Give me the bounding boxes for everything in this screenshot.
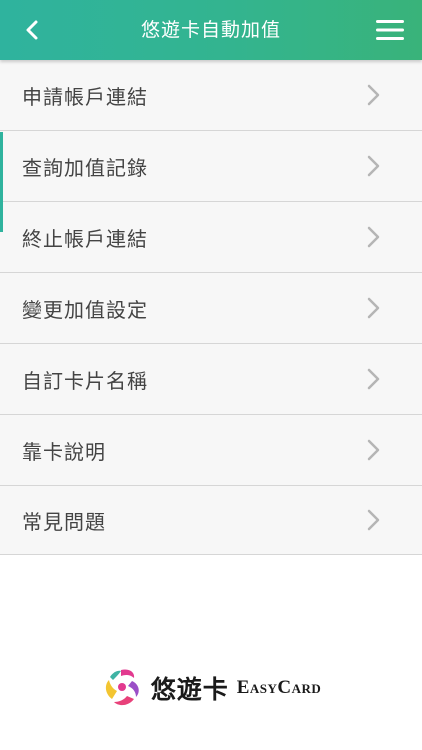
menu-item-query-topup-records[interactable]: 查詢加值記錄 (0, 131, 422, 202)
app-header: 悠遊卡自動加值 (0, 0, 422, 60)
menu-item-label: 靠卡說明 (22, 439, 106, 464)
menu-item-terminate-account-link[interactable]: 終止帳戶連結 (0, 202, 422, 273)
chevron-right-icon (367, 84, 380, 106)
menu-item-custom-card-name[interactable]: 自訂卡片名稱 (0, 344, 422, 415)
menu-item-label: 終止帳戶連結 (22, 226, 148, 251)
chevron-right-icon (367, 226, 380, 248)
chevron-right-icon (367, 368, 380, 390)
logo-english-text: EasyCard (236, 677, 322, 698)
page-title: 悠遊卡自動加值 (140, 19, 281, 41)
menu-item-label: 變更加值設定 (22, 297, 148, 322)
easycard-logo-icon (105, 669, 139, 706)
chevron-right-icon (367, 297, 380, 319)
scroll-indicator (0, 132, 3, 232)
menu-item-tap-card-instructions[interactable]: 靠卡說明 (0, 415, 422, 486)
chevron-right-icon (367, 439, 380, 461)
menu-item-label: 自訂卡片名稱 (22, 368, 148, 393)
menu-item-apply-account-link[interactable]: 申請帳戶連結 (0, 60, 422, 131)
menu-item-label: 常見問題 (22, 509, 106, 534)
logo-chinese-text: 悠遊卡 (150, 675, 229, 704)
menu-item-label: 查詢加值記錄 (22, 155, 148, 180)
easycard-logo: 悠遊卡 EasyCard (0, 662, 422, 714)
menu-list: 申請帳戶連結 查詢加值記錄 終止帳戶連結 變更加值設定 自訂卡片名稱 靠卡說明 (0, 60, 422, 555)
menu-button[interactable] (374, 14, 406, 46)
chevron-right-icon (367, 509, 380, 531)
chevron-right-icon (367, 155, 380, 177)
menu-item-change-topup-settings[interactable]: 變更加值設定 (0, 273, 422, 344)
menu-item-faq[interactable]: 常見問題 (0, 486, 422, 554)
menu-item-label: 申請帳戶連結 (22, 84, 148, 109)
hamburger-menu-icon (376, 20, 404, 40)
